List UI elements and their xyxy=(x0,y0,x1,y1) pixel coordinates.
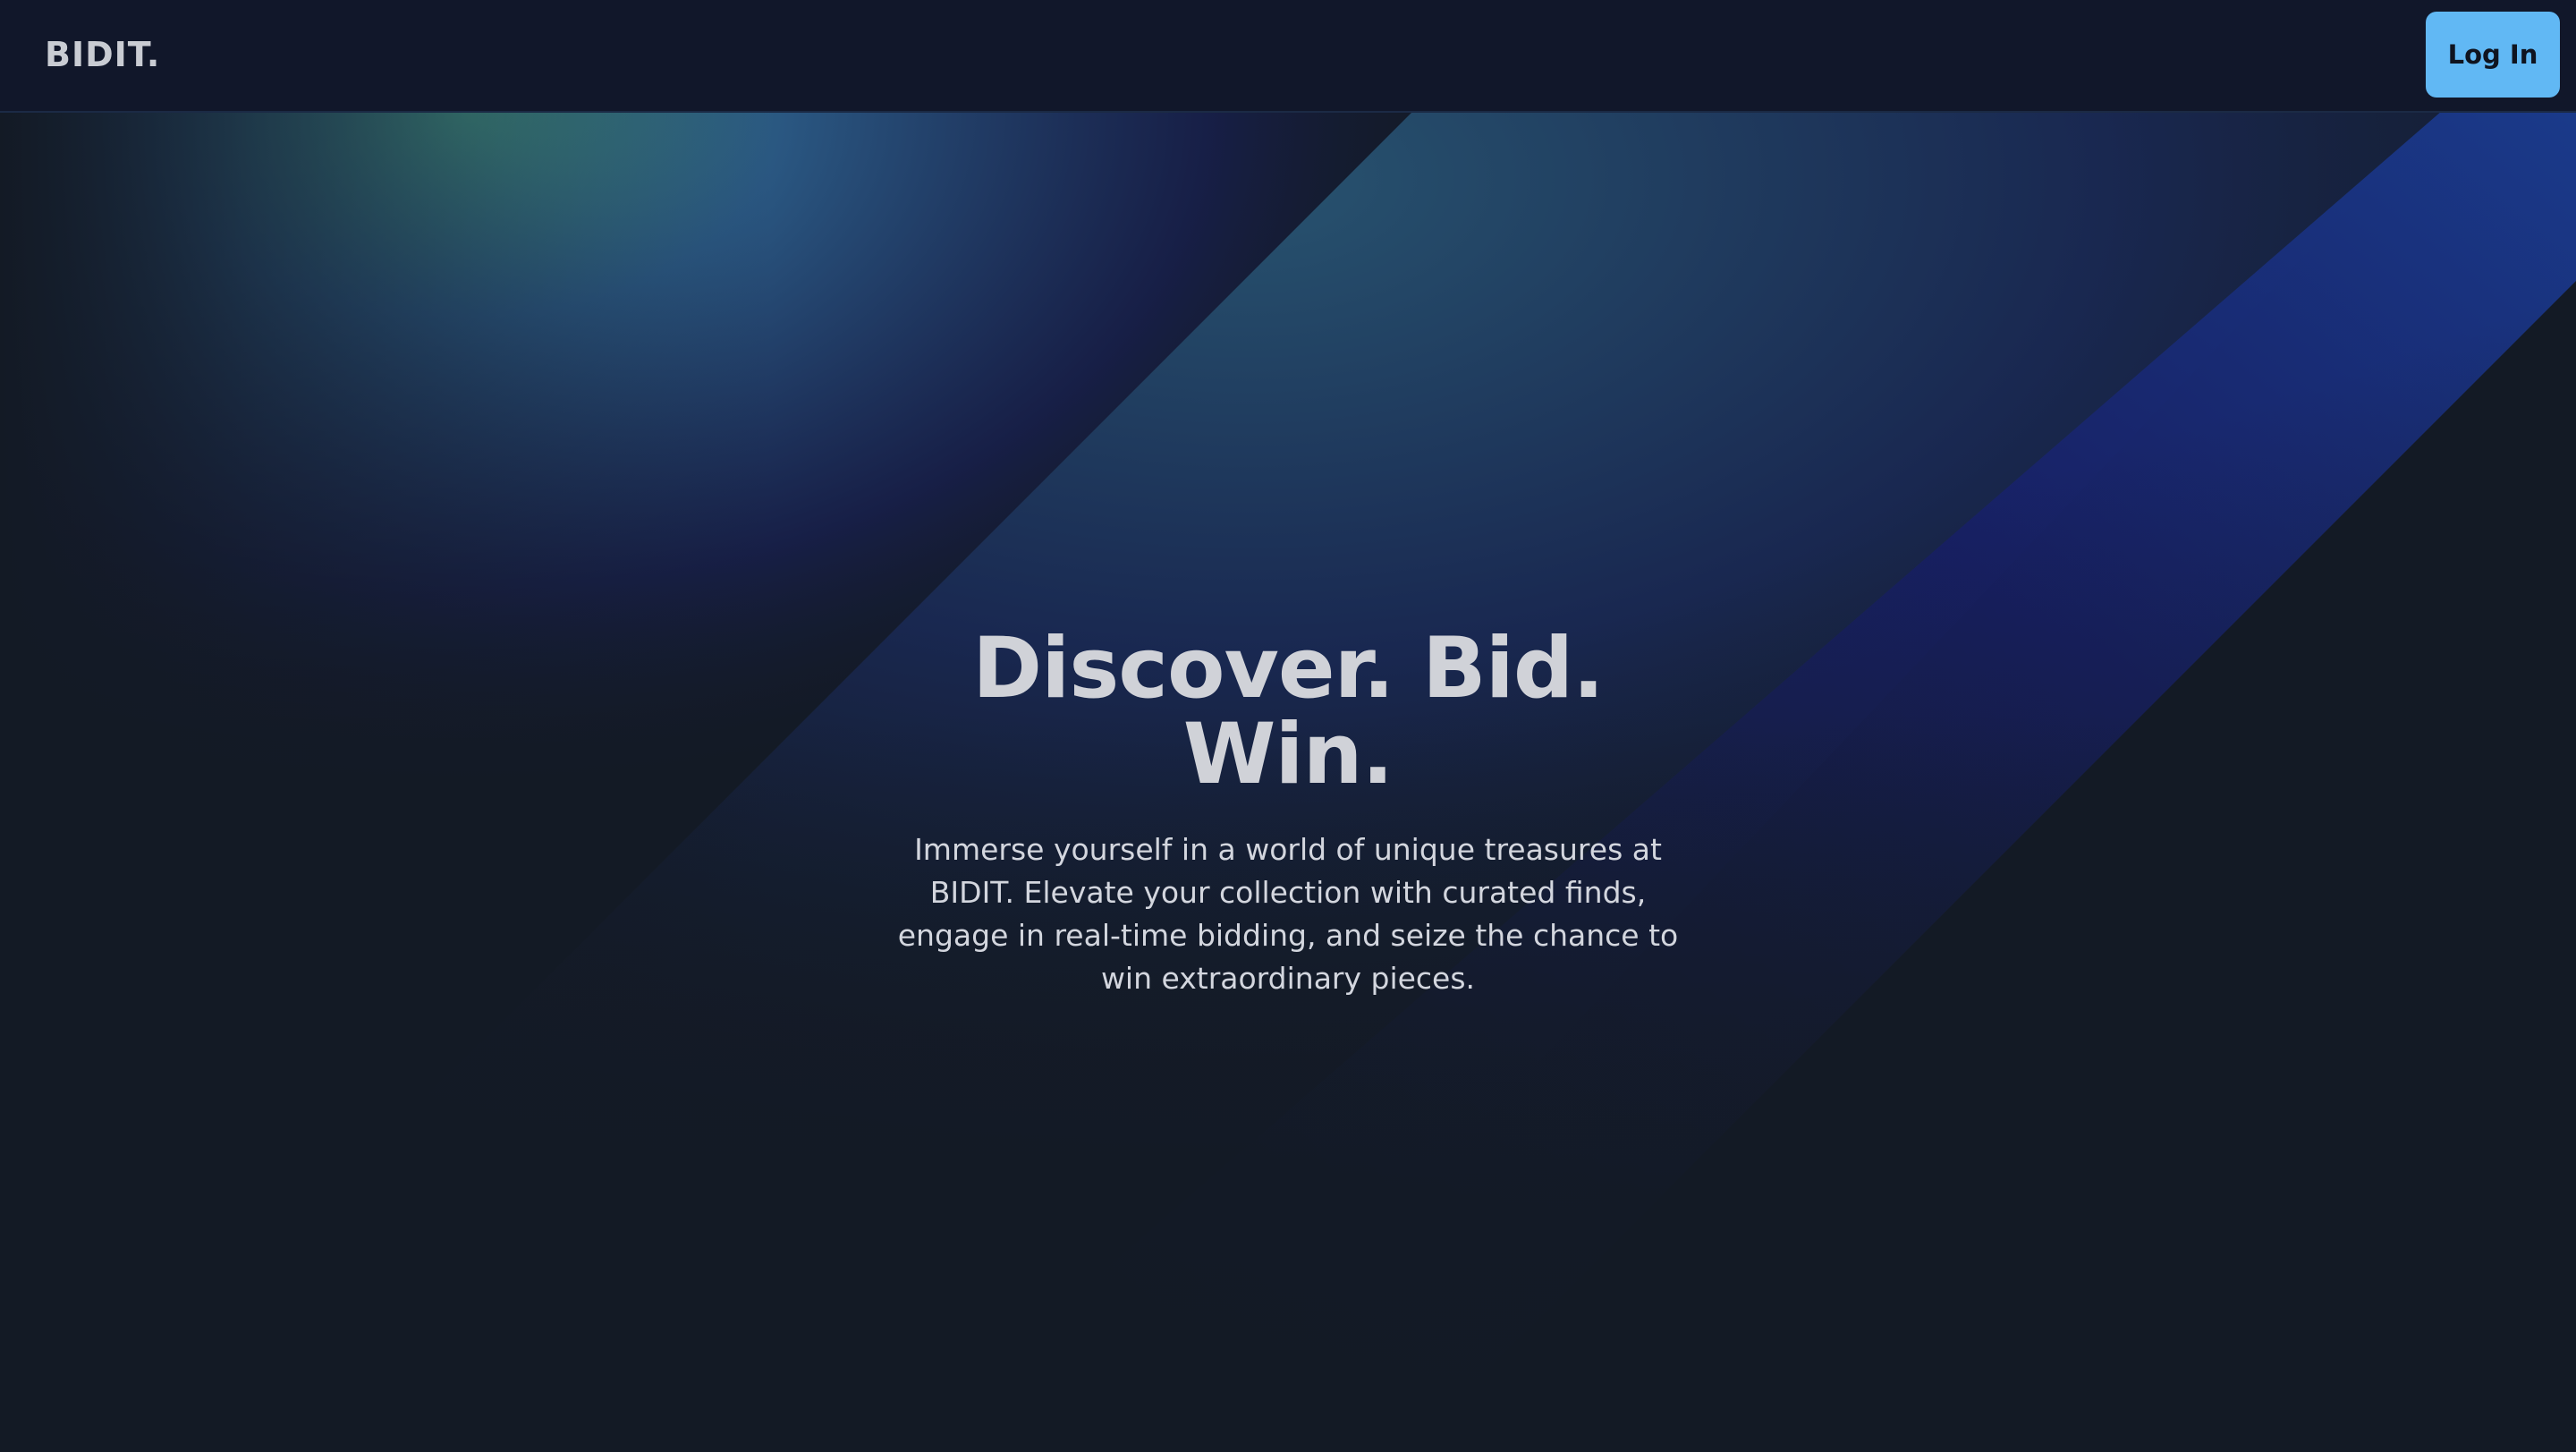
brand-logo[interactable]: BIDIT. xyxy=(45,32,160,77)
hero-title: Discover. Bid. Win. xyxy=(972,620,1605,803)
hero-section: Discover. Bid. Win. Immerse yourself in … xyxy=(0,626,2576,1000)
landing-page: BIDIT. Log In Discover. Bid. Win. Immers… xyxy=(0,0,2576,1452)
top-navbar: BIDIT. Log In xyxy=(0,0,2576,113)
hero-subtitle: Immerse yourself in a world of unique tr… xyxy=(897,832,1679,996)
login-button[interactable]: Log In xyxy=(2426,12,2560,98)
